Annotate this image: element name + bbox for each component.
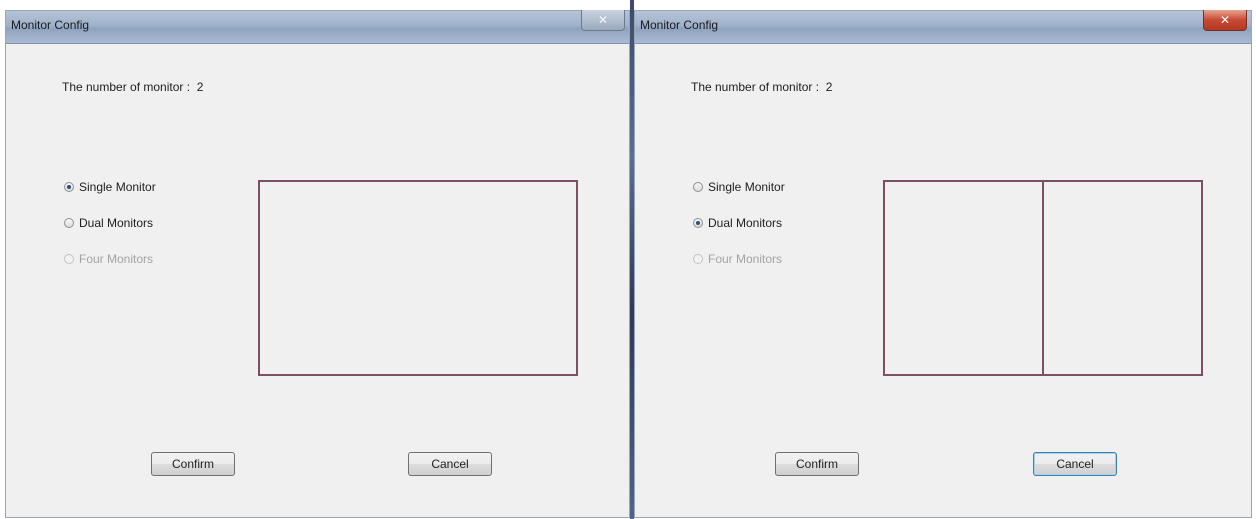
cancel-button[interactable]: Cancel [1033, 452, 1117, 476]
confirm-button[interactable]: Confirm [151, 452, 235, 476]
dual-monitors-option[interactable]: Dual Monitors [64, 216, 153, 230]
title-bar[interactable]: Monitor Config ✕ [6, 10, 629, 44]
single-monitor-option[interactable]: Single Monitor [693, 180, 785, 194]
cancel-button[interactable]: Cancel [408, 452, 492, 476]
radio-button[interactable] [64, 218, 74, 228]
radio-button-checked[interactable] [64, 182, 74, 192]
option-label: Dual Monitors [708, 216, 783, 230]
monitor-count-label: The number of monitor : 2 [62, 80, 204, 94]
option-label: Four Monitors [708, 252, 783, 266]
radio-button-checked[interactable] [693, 218, 703, 228]
option-label: Four Monitors [79, 252, 154, 266]
window-title: Monitor Config [640, 18, 719, 32]
monitor-config-dialog-1: Monitor Config ✕ The number of monitor :… [5, 10, 630, 518]
window-title: Monitor Config [11, 18, 90, 32]
close-button[interactable]: ✕ [581, 10, 625, 31]
dual-monitors-option[interactable]: Dual Monitors [693, 216, 782, 230]
monitor-layout-preview [883, 180, 1203, 376]
title-bar[interactable]: Monitor Config ✕ [635, 10, 1251, 44]
option-label: Dual Monitors [79, 216, 154, 230]
monitor-layout-preview [258, 180, 578, 376]
monitor-count-label: The number of monitor : 2 [691, 80, 833, 94]
monitor-config-dialog-2: Monitor Config ✕ The number of monitor :… [634, 10, 1252, 518]
option-label: Single Monitor [79, 180, 156, 194]
close-icon: ✕ [1219, 13, 1231, 27]
dialog-body: The number of monitor : 2 Single Monitor… [635, 44, 1251, 517]
dialog-body: The number of monitor : 2 Single Monitor… [6, 44, 629, 517]
single-monitor-option[interactable]: Single Monitor [64, 180, 156, 194]
close-icon: ✕ [597, 13, 609, 27]
four-monitors-option: Four Monitors [693, 252, 782, 266]
radio-button-disabled [64, 254, 74, 264]
confirm-button[interactable]: Confirm [775, 452, 859, 476]
radio-button-disabled [693, 254, 703, 264]
radio-button[interactable] [693, 182, 703, 192]
option-label: Single Monitor [708, 180, 785, 194]
close-button[interactable]: ✕ [1203, 10, 1247, 31]
four-monitors-option: Four Monitors [64, 252, 153, 266]
monitor-pane-left [885, 182, 1042, 374]
monitor-pane [260, 182, 576, 374]
monitor-pane-right [1042, 182, 1201, 374]
